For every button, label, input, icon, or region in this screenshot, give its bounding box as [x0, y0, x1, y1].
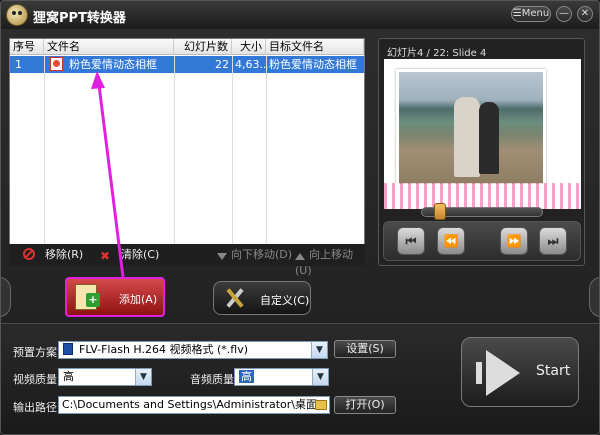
- chevron-down-icon[interactable]: ▼: [135, 369, 151, 385]
- preset-label: 预置方案:: [13, 346, 61, 359]
- menu-label: Menu: [521, 8, 550, 19]
- row-slides: 22: [215, 58, 229, 71]
- preset-value: FLV-Flash H.264 视频格式 (*.flv): [79, 343, 249, 356]
- tools-icon: [224, 287, 246, 309]
- folder-icon[interactable]: [315, 400, 327, 410]
- chevron-down-icon[interactable]: ▼: [311, 342, 327, 358]
- column-divider: [266, 56, 267, 265]
- video-quality-value: 高: [63, 370, 74, 383]
- add-button[interactable]: 添加(A): [65, 277, 165, 317]
- add-file-icon: [75, 284, 100, 310]
- last-slide-button[interactable]: ⏭: [539, 227, 567, 255]
- custom-button[interactable]: 自定义(C): [213, 281, 311, 315]
- output-path-label: 输出路径:: [13, 401, 61, 414]
- audio-quality-label: 音频质量:: [190, 373, 238, 386]
- start-button[interactable]: Start: [461, 337, 579, 407]
- column-target[interactable]: 目标文件名: [266, 39, 364, 55]
- settings-button[interactable]: 设置(S): [334, 340, 396, 358]
- rewind-button[interactable]: ⏪: [437, 227, 465, 255]
- left-notch: [1, 277, 11, 317]
- menu-button[interactable]: ☰Menu: [511, 6, 551, 22]
- file-list[interactable]: 序号 文件名 幻灯片数 大小 目标文件名 1 粉色爱情动态相框 22 4,63.…: [9, 38, 365, 266]
- close-button[interactable]: ✕: [577, 6, 593, 22]
- audio-quality-value: 高: [239, 370, 254, 383]
- list-toolbar: 移除(R) ✖ 清除(C) 向下移动(D) 向上移动(U): [9, 244, 365, 277]
- open-folder-button[interactable]: 打开(O): [334, 396, 396, 414]
- chevron-down-icon[interactable]: ▼: [312, 369, 328, 385]
- hearts-decoration: [384, 183, 581, 209]
- remove-label: 移除(R): [45, 248, 84, 261]
- column-size[interactable]: 大小: [232, 39, 266, 55]
- column-index[interactable]: 序号: [10, 39, 44, 55]
- column-divider: [174, 56, 175, 265]
- output-path-value: C:\Documents and Settings\Administrator\…: [62, 398, 318, 411]
- file-list-header: 序号 文件名 幻灯片数 大小 目标文件名: [10, 39, 364, 55]
- video-quality-label: 视频质量:: [13, 373, 61, 386]
- add-label: 添加(A): [119, 293, 158, 306]
- slide-preview: [384, 59, 581, 209]
- row-size: 4,63...: [235, 58, 268, 71]
- clear-icon: ✖: [99, 249, 111, 263]
- forward-button[interactable]: ⏩: [500, 227, 528, 255]
- app-window: 狸窝PPT转换器 ☰Menu — ✕ 序号 文件名 幻灯片数 大小 目标文件名 …: [0, 0, 600, 435]
- video-quality-select[interactable]: 高 ▼: [58, 368, 152, 386]
- table-row[interactable]: 1 粉色爱情动态相框 22 4,63... 粉色爱情动态相框: [10, 56, 364, 73]
- row-index: 1: [15, 58, 22, 71]
- start-label: Start: [536, 363, 571, 379]
- ppt-file-icon: [50, 57, 63, 71]
- remove-icon: [23, 248, 35, 260]
- preview-panel: 幻灯片4 / 22: Slide 4 ⏮ ⏪ ⏩ ⏭: [378, 38, 585, 266]
- slide-photo: [396, 69, 546, 187]
- preset-select[interactable]: FLV-Flash H.264 视频格式 (*.flv) ▼: [58, 341, 328, 359]
- column-slides[interactable]: 幻灯片数: [174, 39, 232, 55]
- remove-button[interactable]: 移除(R): [23, 247, 83, 263]
- right-notch: [589, 277, 599, 317]
- arrow-down-icon: [217, 253, 227, 260]
- row-filename: 粉色爱情动态相框: [69, 58, 157, 71]
- clear-label: 清除(C): [121, 248, 160, 261]
- play-arrow-icon: [476, 350, 524, 396]
- arrow-up-icon: [295, 253, 305, 260]
- slide-counter: 幻灯片4 / 22: Slide 4: [387, 48, 487, 59]
- flv-format-icon: [63, 343, 73, 355]
- column-divider: [232, 56, 233, 265]
- title-bar[interactable]: 狸窝PPT转换器 ☰Menu — ✕: [1, 1, 599, 29]
- clear-button[interactable]: ✖ 清除(C): [99, 247, 159, 263]
- app-logo-icon: [6, 4, 28, 26]
- output-path-field[interactable]: C:\Documents and Settings\Administrator\…: [58, 396, 330, 414]
- move-down-label: 向下移动(D): [231, 248, 293, 261]
- move-up-button[interactable]: 向上移动(U): [295, 247, 365, 277]
- window-title: 狸窝PPT转换器: [33, 11, 126, 26]
- column-filename[interactable]: 文件名: [44, 39, 174, 55]
- custom-label: 自定义(C): [260, 294, 310, 307]
- first-slide-button[interactable]: ⏮: [397, 227, 425, 255]
- move-down-button[interactable]: 向下移动(D): [217, 247, 292, 263]
- row-target: 粉色爱情动态相框: [269, 58, 357, 71]
- seek-handle[interactable]: [434, 203, 447, 220]
- minimize-button[interactable]: —: [556, 6, 572, 22]
- column-divider: [44, 56, 45, 265]
- audio-quality-select[interactable]: 高 ▼: [234, 368, 329, 386]
